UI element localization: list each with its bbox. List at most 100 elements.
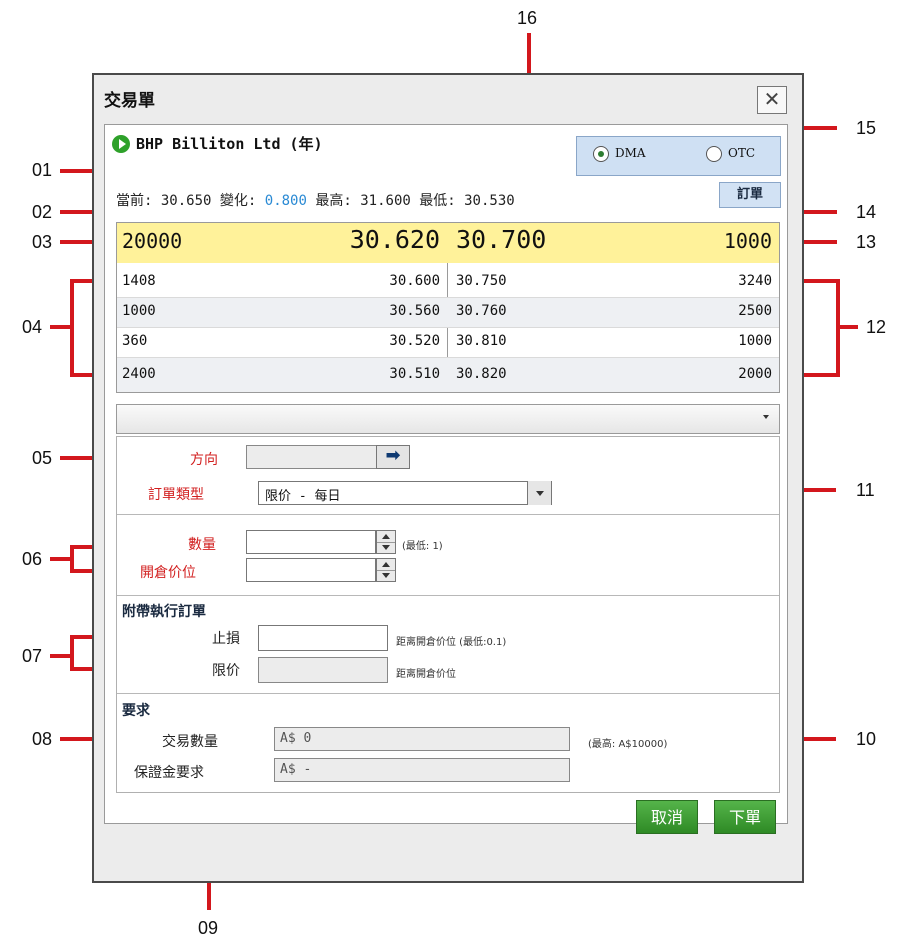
best-bid-price[interactable]: 30.620 (330, 225, 440, 254)
price-stats: 當前: 30.650 變化: 0.800 最高: 31.600 最低: 30.5… (116, 190, 515, 210)
order-type-chevron-icon[interactable] (527, 481, 551, 505)
cancel-button[interactable]: 取消 (636, 800, 698, 834)
radio-dma-label: DMA (615, 146, 646, 160)
callout-line-07c (70, 635, 74, 671)
instrument-name: BHP Billiton Ltd (年) (136, 135, 323, 153)
change-label: 變化: (219, 193, 257, 209)
current-value: 30.650 (160, 193, 212, 209)
bid-qty: 360 (122, 333, 148, 349)
callout-11: 11 (856, 480, 875, 500)
radio-otc-label: OTC (728, 146, 756, 160)
bid-qty: 1408 (122, 273, 156, 289)
window-title: 交易單 (104, 91, 155, 111)
callout-14: 14 (856, 202, 877, 222)
limit-input[interactable] (258, 657, 388, 683)
attached-orders-title: 附帶執行訂單 (122, 604, 206, 620)
direction-arrow-button[interactable]: ➡ (376, 445, 410, 469)
low-value: 30.530 (464, 193, 515, 209)
section-divider (117, 693, 779, 694)
trade-qty-label: 交易數量 (162, 734, 218, 750)
trade-qty-value: A$ 0 (280, 731, 312, 746)
open-price-stepper[interactable] (376, 558, 396, 582)
close-button[interactable]: ✕ (757, 86, 787, 114)
ask-price[interactable]: 30.820 (456, 366, 507, 382)
high-value: 31.600 (360, 193, 411, 209)
section-divider (117, 595, 779, 596)
limit-hint: 距离開倉价位 (396, 669, 456, 680)
ask-price[interactable]: 30.810 (456, 333, 507, 349)
radio-dma[interactable] (593, 146, 609, 162)
bid-price[interactable]: 30.520 (340, 333, 440, 349)
bid-price[interactable]: 30.600 (340, 273, 440, 289)
best-price-row (117, 223, 779, 263)
book-divider (117, 297, 779, 298)
current-label: 當前: (116, 193, 153, 209)
ask-qty: 2000 (738, 366, 772, 382)
direction-label: 方向 (190, 452, 218, 468)
section-divider (117, 514, 779, 515)
callout-09: 09 (198, 918, 219, 938)
best-ask-qty: 1000 (723, 229, 772, 253)
bid-price[interactable]: 30.560 (340, 303, 440, 319)
callout-02: 02 (32, 202, 53, 222)
callout-10: 10 (856, 729, 877, 749)
chevron-down-icon (763, 415, 769, 419)
ask-qty: 2500 (738, 303, 772, 319)
callout-line-07d (50, 654, 72, 658)
direction-field[interactable] (246, 445, 378, 469)
bid-qty: 1000 (122, 303, 156, 319)
callout-01: 01 (32, 160, 53, 180)
callout-06: 06 (22, 549, 43, 569)
order-button[interactable]: 訂單 (719, 182, 781, 208)
ask-qty: 3240 (738, 273, 772, 289)
ask-price[interactable]: 30.750 (456, 273, 507, 289)
open-price-label: 開倉价位 (140, 565, 196, 581)
close-icon: ✕ (763, 87, 781, 111)
callout-07: 07 (22, 646, 43, 666)
quantity-label: 數量 (188, 537, 216, 553)
submit-order-button[interactable]: 下單 (714, 800, 776, 834)
quantity-input[interactable] (246, 530, 376, 554)
open-price-input[interactable] (246, 558, 376, 582)
stop-loss-hint: 距离開倉价位 (最低:0.1) (396, 637, 507, 648)
margin-value: A$ - (280, 762, 312, 777)
quantity-stepper[interactable] (376, 530, 396, 554)
callout-15: 15 (856, 118, 877, 138)
margin-label: 保證金要求 (134, 765, 204, 781)
book-divider (117, 327, 779, 328)
best-ask-price[interactable]: 30.700 (456, 225, 546, 254)
radio-otc[interactable] (706, 146, 722, 162)
quantity-hint: (最低: 1) (402, 541, 443, 552)
bid-price[interactable]: 30.510 (340, 366, 440, 382)
ask-price[interactable]: 30.760 (456, 303, 507, 319)
limit-label: 限价 (212, 663, 240, 679)
margin-field (274, 758, 570, 782)
book-divider (117, 357, 779, 358)
callout-05: 05 (32, 448, 53, 468)
requirements-title: 要求 (122, 703, 150, 719)
callout-line-04d (50, 325, 72, 329)
order-type-label: 訂單類型 (148, 487, 204, 503)
callout-line-06d (50, 557, 72, 561)
low-label: 最低: (419, 193, 456, 209)
change-value: 0.800 (264, 193, 307, 209)
best-bid-qty: 20000 (122, 229, 183, 253)
arrow-right-icon: ➡ (385, 445, 401, 466)
account-dropdown[interactable] (116, 404, 780, 434)
bid-qty: 2400 (122, 366, 156, 382)
trade-qty-field (274, 727, 570, 751)
callout-12: 12 (866, 317, 887, 337)
high-label: 最高: (315, 193, 352, 209)
callout-line-12d (836, 325, 858, 329)
callout-08: 08 (32, 729, 53, 749)
stop-loss-input[interactable] (258, 625, 388, 651)
ask-qty: 1000 (738, 333, 772, 349)
trade-qty-hint: (最高: A$10000) (588, 739, 668, 750)
callout-03: 03 (32, 232, 53, 252)
callout-16: 16 (517, 8, 538, 28)
book-row-bg (117, 358, 779, 392)
callout-13: 13 (856, 232, 877, 252)
callout-04: 04 (22, 317, 43, 337)
order-type-value: 限价 - 每日 (265, 489, 341, 504)
book-row-bg (117, 298, 779, 328)
